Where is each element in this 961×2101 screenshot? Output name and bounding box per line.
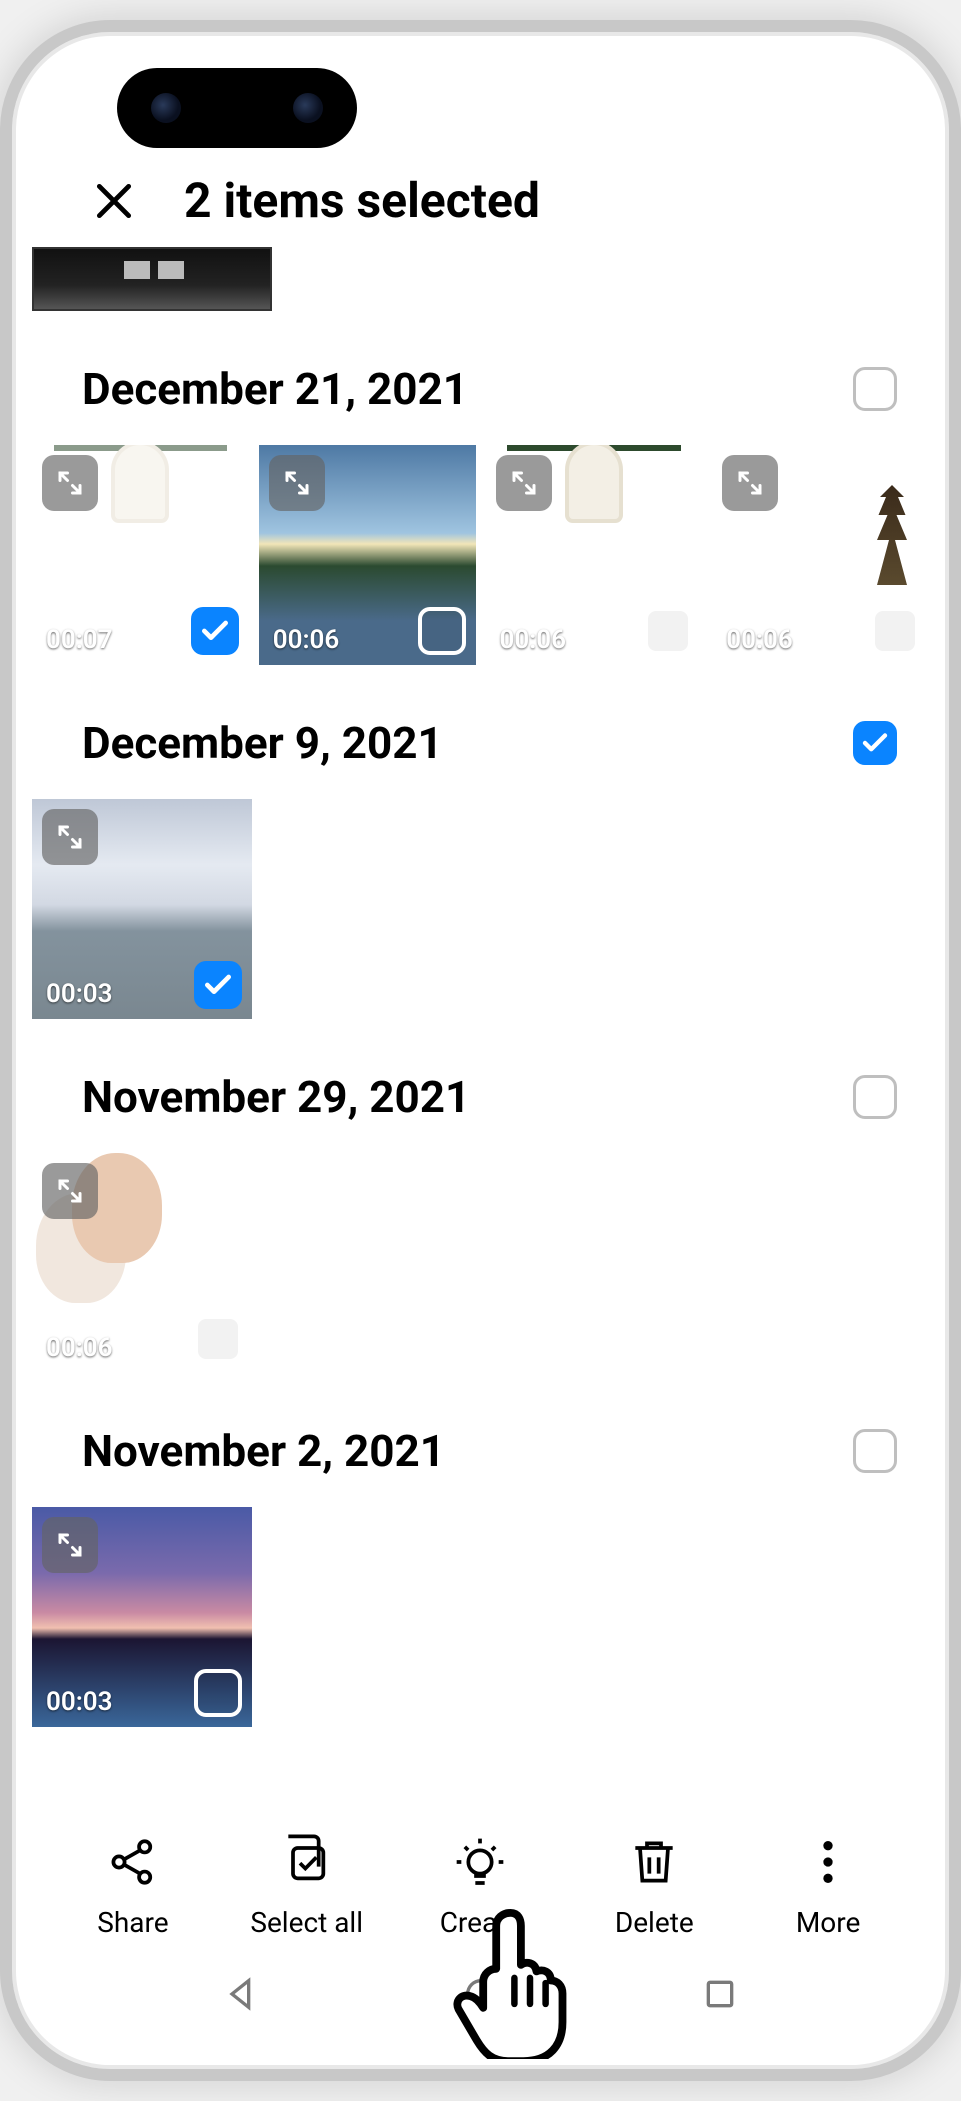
- video-thumbnail[interactable]: 00:06: [486, 445, 703, 665]
- trash-icon: [624, 1832, 684, 1892]
- group-header: November 29, 2021: [22, 1019, 939, 1153]
- partial-thumbnail[interactable]: [32, 247, 272, 311]
- group-header: November 2, 2021: [22, 1373, 939, 1507]
- expand-icon: [496, 455, 552, 511]
- thumbnail-checkbox[interactable]: [644, 607, 692, 655]
- expand-icon: [42, 809, 98, 865]
- expand-icon: [42, 1517, 98, 1573]
- video-duration: 00:06: [273, 625, 340, 655]
- thumbnail-checkbox[interactable]: [194, 961, 242, 1009]
- group-checkbox[interactable]: [853, 1075, 897, 1119]
- expand-icon: [269, 455, 325, 511]
- group-date-label: December 9, 2021: [82, 717, 443, 769]
- create-button[interactable]: Create: [410, 1832, 550, 1939]
- page-title: 2 items selected: [184, 172, 540, 229]
- delete-label: Delete: [615, 1906, 694, 1939]
- thumbnail-checkbox[interactable]: [194, 1669, 242, 1717]
- video-duration: 00:07: [46, 625, 113, 655]
- camera-notch: [117, 68, 357, 148]
- nav-home-icon[interactable]: [458, 1971, 504, 2017]
- share-icon: [103, 1832, 163, 1892]
- video-duration: 00:03: [46, 979, 113, 1009]
- system-navbar: [22, 1949, 939, 2059]
- more-label: More: [796, 1906, 861, 1939]
- group-checkbox[interactable]: [853, 721, 897, 765]
- group-header: December 9, 2021: [22, 665, 939, 799]
- delete-button[interactable]: Delete: [584, 1832, 724, 1939]
- video-thumbnail[interactable]: 00:03: [32, 1507, 252, 1727]
- group-date-label: December 21, 2021: [82, 363, 468, 415]
- select-all-button[interactable]: Select all: [237, 1832, 377, 1939]
- select-all-label: Select all: [250, 1906, 363, 1939]
- group-date-label: November 2, 2021: [82, 1425, 445, 1477]
- select-all-icon: [277, 1832, 337, 1892]
- video-duration: 00:06: [726, 625, 793, 655]
- video-thumbnail[interactable]: 00:06: [259, 445, 476, 665]
- phone-frame: 2 items selected December 21, 2021 00:07: [0, 20, 961, 2081]
- more-button[interactable]: More: [758, 1832, 898, 1939]
- group-header: December 21, 2021: [22, 311, 939, 445]
- lightbulb-icon: [450, 1832, 510, 1892]
- share-button[interactable]: Share: [63, 1832, 203, 1939]
- share-label: Share: [97, 1906, 168, 1939]
- video-thumbnail[interactable]: 00:06: [32, 1153, 252, 1373]
- nav-back-icon[interactable]: [219, 1971, 265, 2017]
- thumbnail-checkbox[interactable]: [194, 1315, 242, 1363]
- create-label: Create: [440, 1906, 522, 1939]
- video-thumbnail[interactable]: 00:06: [712, 445, 929, 665]
- thumbnail-checkbox[interactable]: [191, 607, 239, 655]
- group-checkbox[interactable]: [853, 1429, 897, 1473]
- expand-icon: [722, 455, 778, 511]
- video-duration: 00:06: [46, 1333, 113, 1363]
- expand-icon: [42, 455, 98, 511]
- more-icon: [798, 1832, 858, 1892]
- thumbnail-checkbox[interactable]: [871, 607, 919, 655]
- group-checkbox[interactable]: [853, 367, 897, 411]
- close-icon[interactable]: [92, 179, 136, 223]
- video-thumbnail[interactable]: 00:07: [32, 445, 249, 665]
- video-duration: 00:03: [46, 1687, 113, 1717]
- gallery-content: December 21, 2021 00:07 0: [22, 247, 939, 1813]
- video-duration: 00:06: [500, 625, 567, 655]
- thumbnail-checkbox[interactable]: [418, 607, 466, 655]
- nav-recents-icon[interactable]: [697, 1971, 743, 2017]
- expand-icon: [42, 1163, 98, 1219]
- group-date-label: November 29, 2021: [82, 1071, 470, 1123]
- video-thumbnail[interactable]: 00:03: [32, 799, 252, 1019]
- bottom-toolbar: Share Select all Create: [22, 1813, 939, 1949]
